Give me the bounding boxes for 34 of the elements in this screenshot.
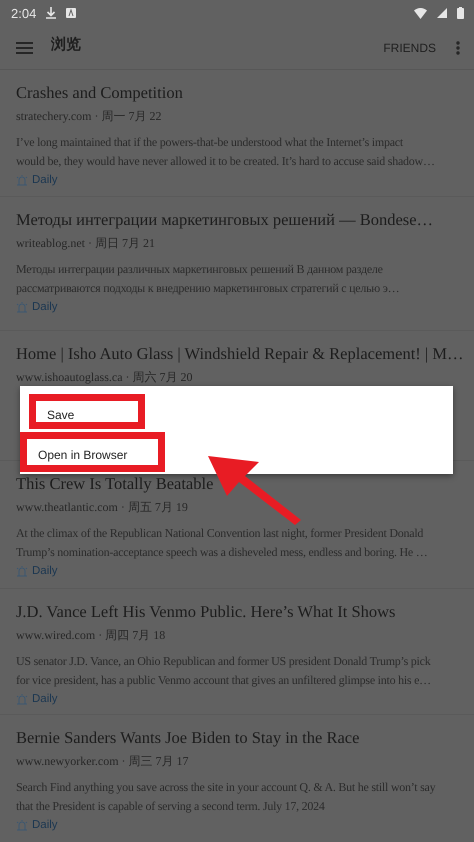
article-title[interactable]: Crashes and Competition bbox=[16, 80, 458, 106]
article-title[interactable]: Методы интеграции маркетинговых решений — Bondese… bbox=[16, 207, 458, 233]
alarm-icon bbox=[16, 820, 28, 830]
alarm-icon bbox=[16, 566, 28, 576]
feed-tag[interactable]: Daily bbox=[32, 174, 58, 186]
article-excerpt: Методы интеграции различных маркетинговых решений В данном разделе bbox=[16, 261, 384, 278]
alarm-icon bbox=[16, 694, 28, 704]
feed-tag[interactable]: Daily bbox=[32, 565, 58, 577]
app-notification-icon bbox=[66, 8, 76, 18]
article-meta: www.theatlantic.com · 周五 7月 19 bbox=[16, 499, 189, 516]
article-meta: stratechery.com · 周一 7月 22 bbox=[16, 108, 163, 125]
alarm-icon bbox=[16, 302, 28, 312]
alarm-icon bbox=[16, 174, 28, 186]
article-meta: www.ishoautoglass.ca · 周六 7月 20 bbox=[16, 369, 194, 386]
article-meta: writeablog.net · 周日 7月 21 bbox=[16, 235, 156, 252]
article-title[interactable]: J.D. Vance Left His Venmo Public. Here’s What It Shows bbox=[16, 599, 458, 625]
feed-tag[interactable]: Daily bbox=[32, 693, 58, 705]
menu-item[interactable]: Save bbox=[29, 394, 145, 429]
screen-title: 浏览 bbox=[51, 35, 82, 54]
battery-icon bbox=[457, 7, 464, 19]
more-options-icon[interactable] bbox=[456, 40, 460, 54]
feed-tag[interactable]: Daily bbox=[32, 301, 58, 313]
menu-item[interactable]: Open in Browser bbox=[20, 432, 165, 472]
status-time: 2:04 bbox=[11, 6, 36, 20]
article-title[interactable]: Bernie Sanders Wants Joe Biden to Stay in the Race bbox=[16, 725, 458, 751]
wifi-icon bbox=[414, 8, 427, 18]
article-meta: www.wired.com · 周四 7月 18 bbox=[16, 627, 166, 644]
friends-button[interactable]: FRIENDS bbox=[383, 40, 436, 54]
signal-icon bbox=[437, 8, 447, 18]
menu-icon[interactable] bbox=[16, 42, 33, 54]
article-title[interactable]: This Crew Is Totally Beatable bbox=[16, 471, 458, 497]
feed-tag[interactable]: Daily bbox=[32, 819, 58, 831]
article-meta: www.newyorker.com · 周三 7月 17 bbox=[16, 753, 190, 770]
download-icon bbox=[46, 7, 56, 19]
